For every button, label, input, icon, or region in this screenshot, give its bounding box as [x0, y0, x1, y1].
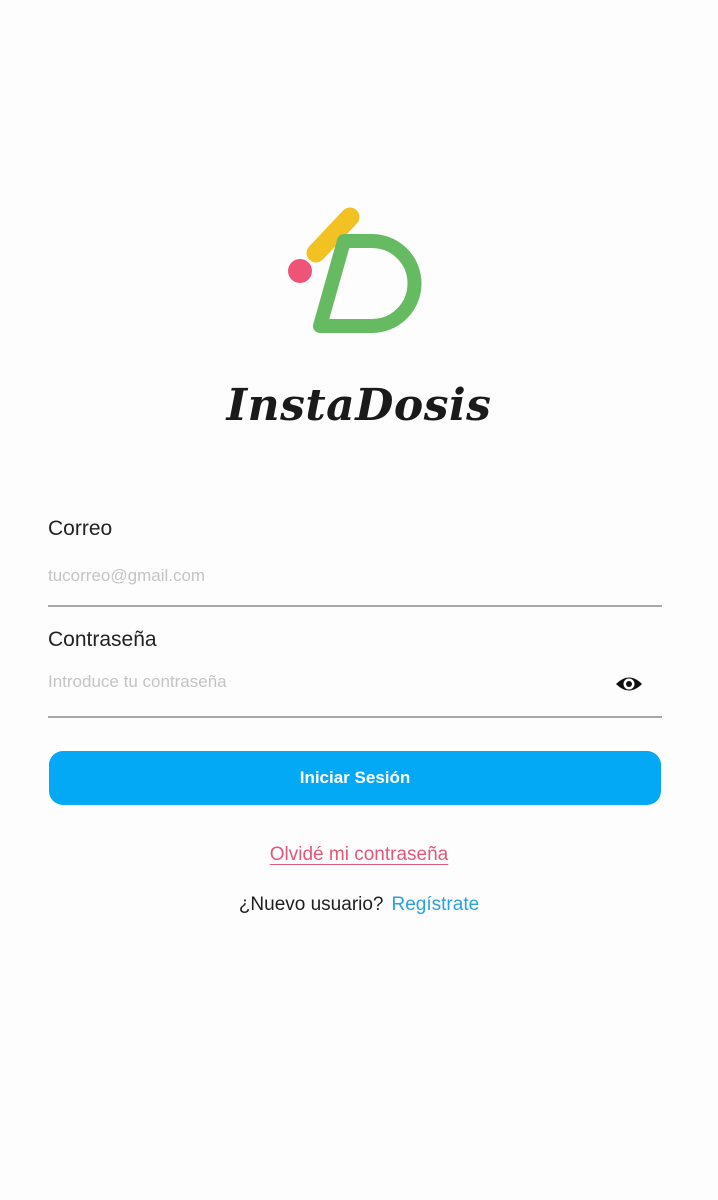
instadosis-logo — [288, 207, 422, 333]
password-underline — [48, 716, 662, 718]
password-field[interactable] — [48, 666, 608, 698]
signup-row: ¿Nuevo usuario? Regístrate — [0, 894, 718, 916]
email-underline — [48, 605, 662, 607]
login-screen: InstaDosis Correo Contraseña Iniciar Ses… — [0, 0, 718, 1200]
register-link[interactable]: Regístrate — [392, 894, 480, 915]
forgot-password-row: Olvidé mi contraseña — [0, 844, 718, 866]
email-label: Correo — [48, 517, 113, 540]
forgot-password-link[interactable]: Olvidé mi contraseña — [270, 844, 448, 865]
new-user-prompt: ¿Nuevo usuario? — [238, 894, 384, 915]
app-name: InstaDosis — [226, 380, 492, 431]
eye-icon[interactable] — [614, 672, 644, 696]
logo-pink-dot — [288, 259, 312, 283]
password-label: Contraseña — [48, 628, 157, 651]
email-field[interactable] — [48, 560, 608, 592]
login-button[interactable]: Iniciar Sesión — [49, 751, 661, 805]
logo-green-d — [313, 234, 422, 333]
